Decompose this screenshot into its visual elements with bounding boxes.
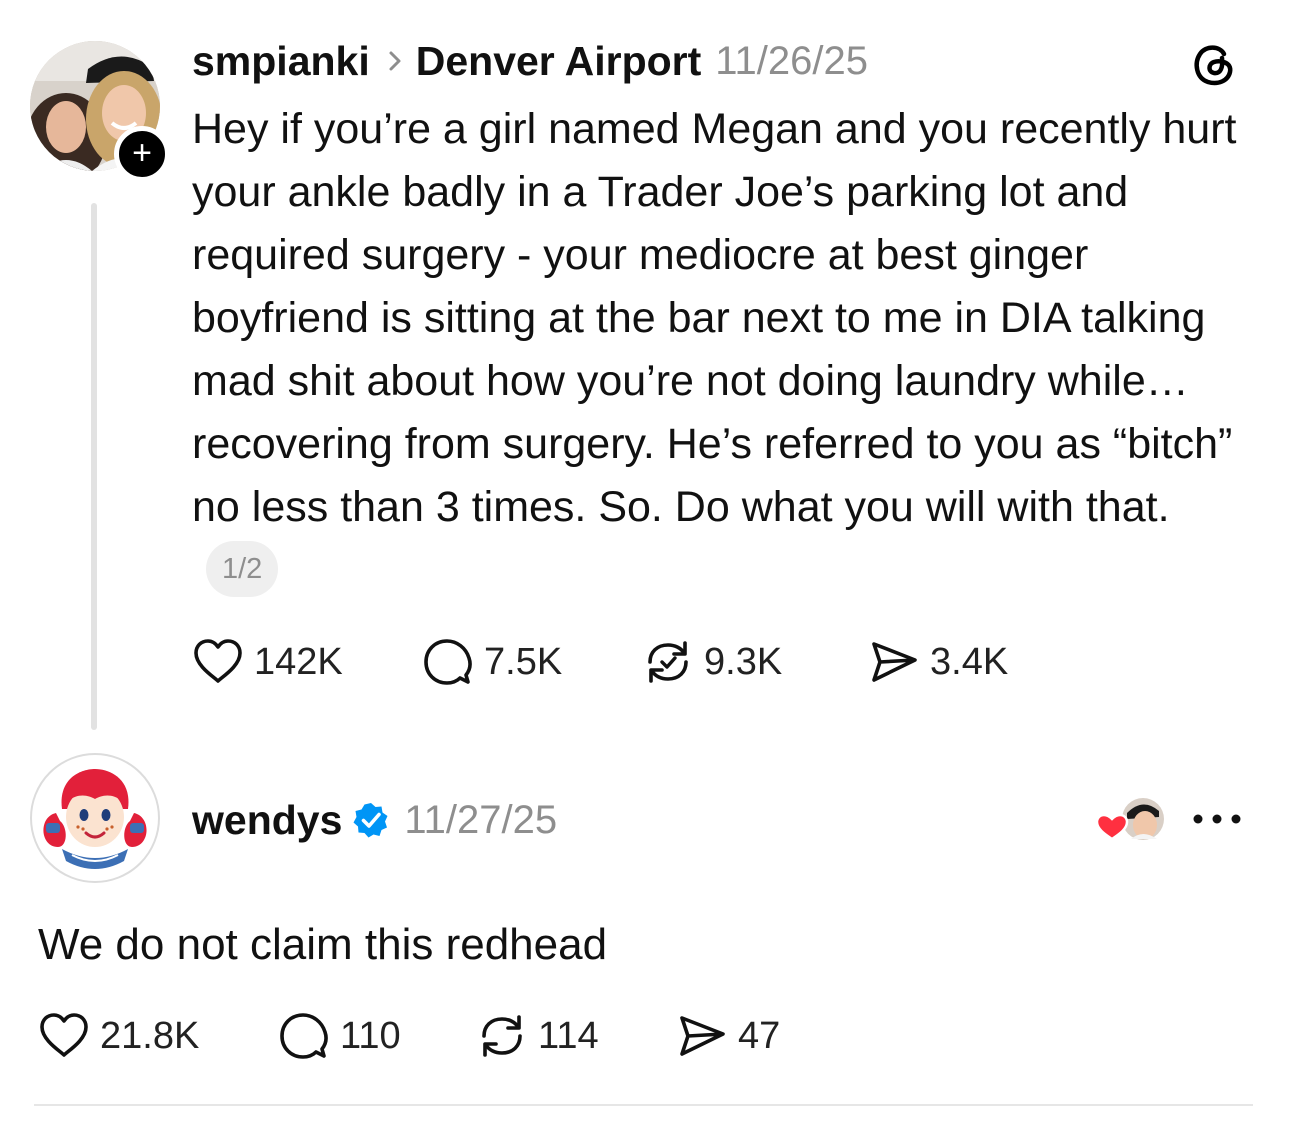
heart-icon bbox=[40, 1013, 88, 1057]
post-actions: 142K 7.5K 9.3K 3.4K bbox=[192, 634, 1008, 690]
reply-reply-button[interactable]: 110 bbox=[278, 1011, 476, 1061]
reply-repost-button[interactable]: 114 bbox=[476, 1012, 676, 1060]
wendys-logo-icon bbox=[43, 769, 147, 869]
comment-icon bbox=[280, 1013, 328, 1059]
reply-like-button[interactable]: 21.8K bbox=[38, 1012, 278, 1060]
reply-reply-count: 110 bbox=[340, 1014, 401, 1057]
thread-pager-badge: 1/2 bbox=[206, 540, 279, 597]
thread-connector-line bbox=[91, 203, 97, 730]
reply-like-count: 21.8K bbox=[100, 1014, 200, 1057]
share-icon bbox=[872, 642, 917, 682]
comment-icon bbox=[424, 639, 472, 685]
repost-button[interactable]: 9.3K bbox=[642, 638, 868, 686]
reply-date: 11/27/25 bbox=[404, 797, 558, 842]
chevron-right-icon bbox=[389, 51, 401, 71]
follow-plus-button[interactable]: + bbox=[114, 126, 170, 182]
post-date: 11/26/25 bbox=[715, 38, 869, 83]
divider bbox=[34, 1104, 1253, 1106]
post-body: Hey if you’re a girl named Megan and you… bbox=[192, 98, 1252, 602]
threads-logo-icon[interactable] bbox=[1190, 40, 1238, 88]
reply-text: We do not claim this redhead bbox=[38, 920, 608, 969]
reply-share-count: 47 bbox=[738, 1014, 781, 1057]
liked-by-author-indicator[interactable] bbox=[1095, 795, 1167, 847]
reply-count: 7.5K bbox=[484, 640, 563, 683]
like-button[interactable]: 142K bbox=[192, 638, 422, 686]
repost-count: 9.3K bbox=[704, 640, 783, 683]
heart-icon bbox=[194, 639, 242, 683]
author-username[interactable]: smpianki bbox=[192, 38, 370, 85]
reply-author-avatar[interactable] bbox=[30, 753, 160, 883]
liked-by-author-heart-icon bbox=[1095, 813, 1129, 841]
repost-icon bbox=[648, 641, 688, 683]
reply-actions: 21.8K 110 114 47 bbox=[38, 1008, 780, 1064]
post-location[interactable]: Denver Airport bbox=[416, 38, 702, 85]
reply-author-username[interactable]: wendys bbox=[192, 797, 342, 844]
plus-icon: + bbox=[132, 134, 152, 172]
post-text: Hey if you’re a girl named Megan and you… bbox=[192, 105, 1237, 531]
reply-header: wendys 11/27/25 bbox=[192, 795, 557, 845]
post-header: smpianki Denver Airport 11/26/25 bbox=[192, 36, 868, 86]
like-count: 142K bbox=[254, 640, 343, 683]
reply-repost-count: 114 bbox=[538, 1014, 599, 1057]
more-options-icon[interactable] bbox=[1192, 812, 1242, 826]
share-icon bbox=[680, 1016, 725, 1056]
share-button[interactable]: 3.4K bbox=[868, 638, 1008, 686]
verified-badge-icon bbox=[353, 803, 388, 838]
repost-icon bbox=[482, 1015, 522, 1057]
reply-button[interactable]: 7.5K bbox=[422, 637, 642, 687]
share-count: 3.4K bbox=[930, 640, 1009, 683]
reply-share-button[interactable]: 47 bbox=[676, 1012, 780, 1060]
